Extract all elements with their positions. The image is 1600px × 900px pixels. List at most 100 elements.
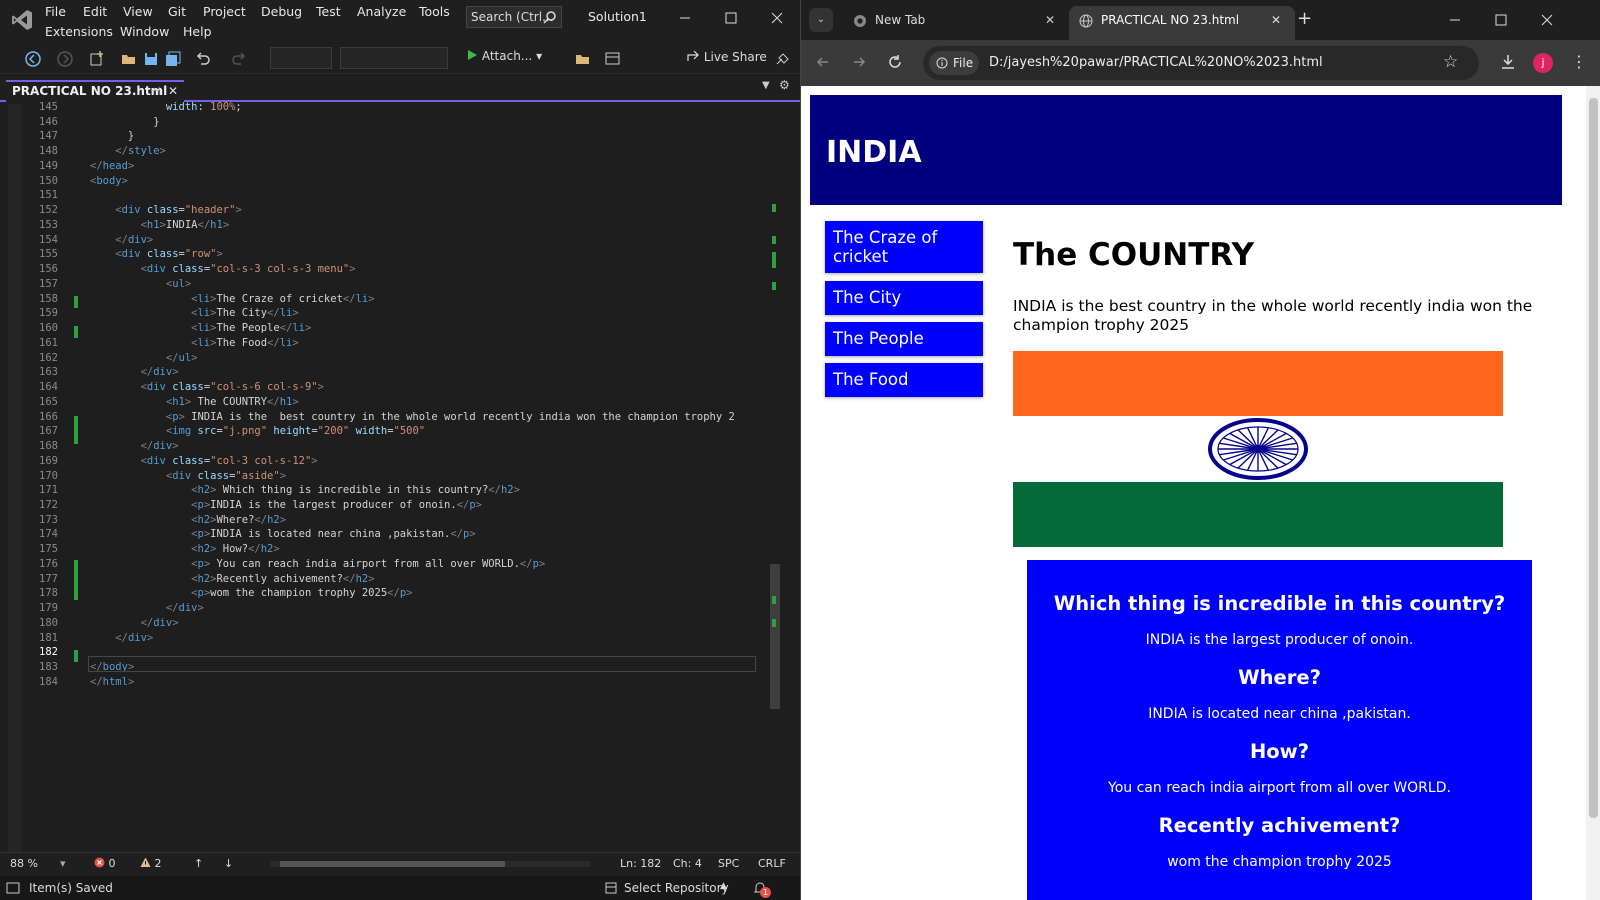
menu-view[interactable]: View [123, 4, 153, 19]
menu-item-craze-of-cricket[interactable]: The Craze of cricket [825, 221, 983, 273]
repo-up-icon[interactable]: ▲ [720, 881, 727, 891]
tab-close-icon[interactable]: ✕ [1271, 6, 1281, 34]
code-line: <p>INDIA is located near china ,pakistan… [191, 528, 476, 541]
forward-nav-icon[interactable] [56, 50, 74, 68]
aside-text-trophy: wom the champion trophy 2025 [1167, 854, 1392, 870]
line-number: 160 [39, 322, 58, 335]
line-number: 153 [39, 218, 58, 231]
forward-arrow-icon[interactable] [851, 54, 867, 70]
arrow-up-icon[interactable]: ↑ [194, 857, 203, 870]
search-icon [543, 11, 556, 24]
attach-button[interactable]: Attach... ▾ [466, 49, 542, 63]
new-project-icon[interactable] [88, 50, 106, 68]
menu-git[interactable]: Git [168, 4, 186, 19]
pin-icon[interactable]: ⊣ [150, 82, 160, 100]
save-all-icon[interactable] [164, 50, 182, 68]
india-flag-image [1013, 351, 1503, 547]
menu-item-city[interactable]: The City [825, 281, 983, 315]
zoom-level[interactable]: 88 % [10, 857, 38, 870]
menu-item-food[interactable]: The Food [825, 363, 983, 397]
tab-close-icon[interactable]: ✕ [168, 82, 178, 100]
new-tab-plus-icon[interactable]: + [1297, 8, 1312, 29]
menu-window[interactable]: Window [120, 24, 169, 39]
output-window-icon[interactable] [6, 881, 20, 895]
arrow-down-icon[interactable]: ↓ [224, 857, 233, 870]
tab-close-icon[interactable]: ✕ [1045, 6, 1055, 34]
configuration-dropdown[interactable] [270, 47, 332, 69]
menu-test[interactable]: Test [316, 4, 341, 19]
menu-extensions[interactable]: Extensions [45, 24, 113, 39]
play-icon [468, 50, 477, 60]
select-repository-button[interactable]: Select Repository [624, 881, 729, 895]
site-info-chip[interactable]: File [929, 51, 979, 75]
document-tabs: PRACTICAL NO 23.html ⊣ ✕ ▼ ⚙ [0, 78, 800, 102]
bookmark-star-icon[interactable]: ☆ [1443, 52, 1458, 72]
close-icon[interactable] [767, 8, 787, 28]
error-count-text: 0 [108, 857, 116, 870]
editor-vertical-scrollbar[interactable] [768, 104, 782, 852]
tab-new-tab[interactable]: New Tab ✕ [845, 6, 1071, 40]
tab-practical-no-23[interactable]: PRACTICAL NO 23.html ⊣ ✕ [6, 80, 184, 102]
scroll-thumb[interactable] [770, 564, 780, 709]
menu-tools[interactable]: Tools [419, 4, 450, 19]
line-ending-indicator[interactable]: CRLF [758, 857, 786, 870]
platform-dropdown[interactable] [340, 47, 448, 69]
maximize-icon[interactable] [721, 8, 741, 28]
page-scrollbar[interactable] [1586, 86, 1600, 900]
menu-debug[interactable]: Debug [261, 4, 302, 19]
editor-status-bar: 88 % ▾ 0 2 ↑ ↓ Ln: 182 Ch: 4 SPC CRLF [0, 852, 800, 874]
undo-icon[interactable] [194, 50, 212, 68]
page-scroll-thumb[interactable] [1589, 98, 1598, 818]
tab-search-icon[interactable]: ⌄ [809, 8, 833, 32]
menu-project[interactable]: Project [203, 4, 246, 19]
menu-item-people[interactable]: The People [825, 322, 983, 356]
error-count[interactable]: 0 [94, 857, 116, 870]
menu-analyze[interactable]: Analyze [357, 4, 406, 19]
code-line: } [90, 115, 160, 128]
address-bar[interactable]: File D:/jayesh%20pawar/PRACTICAL%20NO%20… [923, 46, 1479, 80]
live-share-button[interactable]: Live Share [686, 49, 767, 64]
code-line: </head> [90, 159, 135, 172]
maximize-icon[interactable] [1491, 10, 1511, 30]
line-indicator[interactable]: Ln: 182 [620, 857, 661, 870]
code-line: <li>The Food</li> [191, 336, 299, 349]
col-indicator[interactable]: Ch: 4 [673, 857, 702, 870]
minimize-icon[interactable] [675, 8, 695, 28]
back-arrow-icon[interactable] [815, 54, 831, 70]
close-icon[interactable] [1537, 10, 1557, 30]
menu-edit[interactable]: Edit [83, 4, 107, 19]
reload-icon[interactable] [887, 54, 903, 70]
folder-view-icon[interactable] [574, 50, 592, 68]
tab-practical-no-23[interactable]: PRACTICAL NO 23.html ✕ [1069, 6, 1295, 40]
vs-bottom-status-bar: Item(s) Saved Select Repository ▲ 1 [0, 876, 800, 900]
redo-icon[interactable] [230, 50, 248, 68]
tab-dropdown-icon[interactable]: ▼ [762, 80, 770, 91]
menu-file[interactable]: File [45, 4, 66, 19]
back-nav-icon[interactable] [24, 50, 42, 68]
zoom-dropdown-icon[interactable]: ▾ [60, 857, 66, 870]
warning-count-text: 2 [154, 857, 162, 870]
profile-avatar[interactable]: j [1533, 53, 1553, 73]
layout-icon[interactable] [604, 50, 622, 68]
minimize-icon[interactable] [1445, 10, 1465, 30]
menu-help[interactable]: Help [183, 24, 212, 39]
horizontal-scrollbar[interactable] [270, 861, 590, 867]
error-icon [94, 857, 105, 868]
kebab-menu-icon[interactable]: ⋮ [1571, 52, 1587, 71]
settings-gear-icon[interactable]: ⚙ [779, 78, 790, 92]
vs-search-box[interactable]: Search (Ctrl... [466, 6, 562, 28]
line-number: 170 [39, 469, 58, 482]
warning-count[interactable]: 2 [140, 857, 162, 870]
file-chip-label: File [953, 56, 974, 70]
hscroll-thumb[interactable] [280, 861, 505, 867]
url-text: D:/jayesh%20pawar/PRACTICAL%20NO%2023.ht… [989, 55, 1323, 70]
line-number: 172 [39, 498, 58, 511]
download-icon[interactable] [1499, 53, 1517, 71]
feedback-icon[interactable] [774, 50, 792, 68]
indent-indicator[interactable]: SPC [718, 857, 739, 870]
save-icon[interactable] [142, 50, 160, 68]
line-number: 179 [39, 602, 58, 615]
line-number: 171 [39, 484, 58, 497]
open-folder-icon[interactable] [120, 50, 138, 68]
notification-badge: 1 [760, 887, 771, 898]
